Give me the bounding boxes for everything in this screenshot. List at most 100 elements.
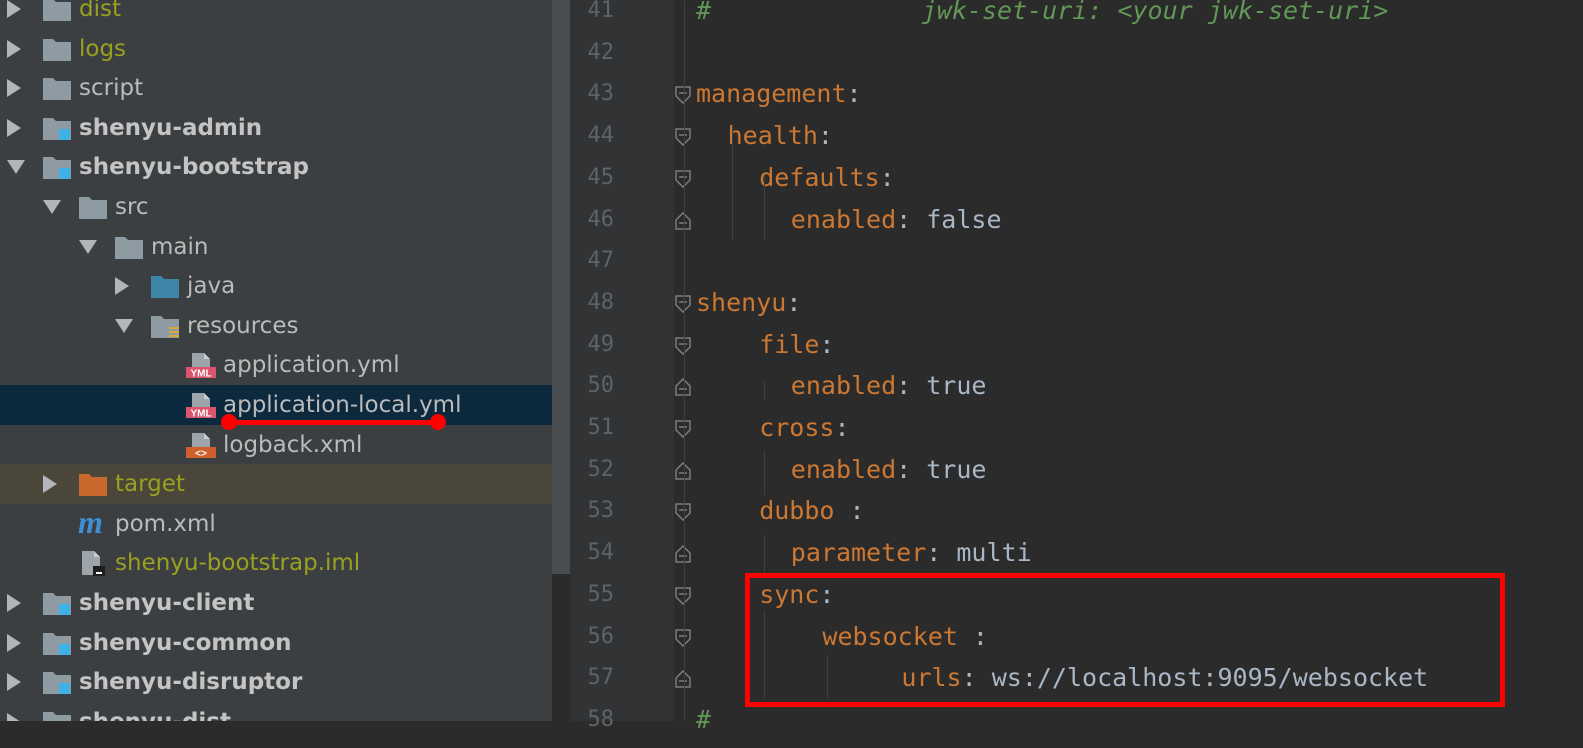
expand-arrow-right-icon[interactable] — [7, 673, 21, 692]
tree-item-label: target — [115, 471, 185, 498]
line-number: 52 — [587, 456, 615, 482]
fold-end-icon[interactable] — [675, 461, 691, 480]
expand-arrow-right-icon[interactable] — [7, 0, 21, 18]
code-line[interactable]: defaults: — [759, 162, 895, 206]
expand-arrow-down-icon[interactable] — [43, 200, 61, 214]
line-number: 48 — [587, 289, 615, 315]
fold-open-icon[interactable] — [675, 628, 691, 647]
expand-arrow-right-icon[interactable] — [7, 633, 21, 652]
line-number: 46 — [587, 206, 615, 232]
expand-arrow-right-icon[interactable] — [7, 712, 21, 721]
yaml-value: : — [879, 162, 895, 192]
tree-item-label: shenyu-client — [79, 590, 255, 616]
yaml-key: parameter — [790, 538, 927, 568]
code-line[interactable]: enabled: false — [791, 204, 1002, 248]
tree-item-label: resources — [187, 312, 299, 339]
line-number: 57 — [587, 665, 615, 691]
tree-scrollbar[interactable] — [552, 0, 570, 574]
indent-guide — [764, 450, 765, 495]
tree-item-resources[interactable]: resources — [0, 306, 552, 346]
maven-file-icon: m — [78, 504, 108, 540]
tree-item-label: application.yml — [223, 352, 400, 379]
code-line[interactable]: enabled: true — [791, 455, 987, 498]
indent-guide — [764, 380, 765, 400]
yaml-value: : false — [896, 204, 1002, 234]
code-line[interactable]: # — [696, 705, 711, 748]
expand-arrow-right-icon[interactable] — [7, 39, 21, 58]
tree-item-src[interactable]: src — [0, 187, 552, 227]
fold-open-icon[interactable] — [675, 336, 691, 355]
fold-end-icon[interactable] — [675, 670, 691, 688]
yaml-value: : — [819, 329, 835, 359]
yaml-value: : — [817, 121, 833, 151]
tree-item-script[interactable]: script — [0, 68, 552, 108]
indent-guide — [764, 175, 765, 240]
line-number: 43 — [587, 81, 615, 107]
fold-open-icon[interactable] — [675, 295, 691, 313]
fold-open-icon[interactable] — [675, 86, 691, 105]
yaml-value: : true — [896, 371, 987, 401]
fold-open-icon[interactable] — [675, 420, 691, 439]
expand-arrow-down-icon[interactable] — [115, 318, 133, 333]
tree-item-java[interactable]: java — [0, 266, 552, 306]
tree-item-shenyu-admin[interactable]: shenyu-admin — [0, 108, 552, 148]
code-line[interactable]: health: — [728, 122, 833, 164]
tree-item-shenyu-common[interactable]: shenyu-common — [0, 623, 552, 663]
expand-arrow-right-icon[interactable] — [7, 79, 21, 98]
fold-open-icon[interactable] — [675, 128, 691, 147]
line-number: 41 — [587, 0, 615, 23]
expand-arrow-right-icon[interactable] — [7, 594, 21, 612]
project-tree: dist logs script shenyu-admin shenyu-bootstr… — [0, 0, 552, 721]
indent-guide — [764, 535, 765, 575]
tree-item-label: application-local.yml — [223, 392, 462, 418]
code-line[interactable]: management: — [696, 80, 862, 122]
tree-item-application-local-yml[interactable]: YML application-local.yml — [0, 385, 552, 425]
tree-item-logs[interactable]: logs — [0, 29, 552, 69]
code-line[interactable]: dubbo : — [759, 497, 864, 539]
line-number: 53 — [587, 498, 615, 524]
line-number: 49 — [587, 331, 615, 357]
code-line[interactable]: # jwk-set-uri: <your jwk-set-uri> — [696, 0, 1388, 39]
resources-folder-icon — [150, 313, 180, 339]
line-number: 44 — [587, 123, 615, 149]
fold-end-icon[interactable] — [675, 545, 691, 563]
tree-item-main[interactable]: main — [0, 227, 552, 267]
code-line[interactable]: file: — [759, 329, 835, 373]
xml-icon-text: <> — [195, 448, 207, 458]
expand-arrow-right-icon[interactable] — [115, 277, 129, 296]
line-number: 58 — [587, 706, 615, 732]
yaml-key: health — [727, 121, 818, 151]
code-line[interactable]: enabled: true — [791, 372, 987, 414]
yaml-key: dubbo — [759, 496, 835, 526]
code-line[interactable]: cross: — [759, 414, 849, 456]
tree-item-shenyu-bootstrap[interactable]: shenyu-bootstrap — [0, 147, 552, 187]
tree-item-application-yml[interactable]: YML application.yml — [0, 345, 552, 385]
yaml-key: file — [759, 329, 820, 359]
tree-item-label: shenyu-bootstrap.iml — [115, 550, 361, 577]
yaml-value: : multi — [926, 538, 1032, 568]
fold-end-icon[interactable] — [675, 211, 691, 230]
tree-item-label: logback.xml — [223, 431, 363, 458]
tree-item-shenyu-dist[interactable]: shenyu-dist — [0, 702, 552, 721]
expand-arrow-down-icon[interactable] — [7, 160, 25, 175]
expand-arrow-right-icon[interactable] — [7, 118, 21, 137]
line-number: 54 — [587, 540, 615, 566]
tree-item-logback-xml[interactable]: <> logback.xml — [0, 425, 552, 465]
fold-open-icon[interactable] — [675, 587, 691, 605]
tree-item-label: shenyu-common — [79, 629, 292, 656]
indent-guide — [684, 1, 685, 721]
code-line[interactable]: shenyu: — [696, 288, 801, 331]
fold-end-icon[interactable] — [675, 378, 691, 397]
tree-item-target[interactable]: target — [0, 464, 552, 505]
yaml-value: : — [834, 413, 850, 442]
fold-open-icon[interactable] — [675, 170, 691, 188]
yaml-comment: # jwk-set-uri: <your jwk-set-uri> — [696, 0, 1389, 25]
tree-item-shenyu-disruptor[interactable]: shenyu-disruptor — [0, 662, 552, 702]
fold-open-icon[interactable] — [675, 503, 691, 522]
tree-item-pom-xml[interactable]: m pom.xml — [0, 504, 552, 544]
expand-arrow-down-icon[interactable] — [79, 239, 97, 254]
tree-item-shenyu-client[interactable]: shenyu-client — [0, 583, 552, 623]
tree-item-shenyu-bootstrap-iml[interactable]: shenyu-bootstrap.iml — [0, 543, 552, 583]
tree-item-dist[interactable]: dist — [0, 0, 552, 29]
expand-arrow-right-icon[interactable] — [43, 475, 57, 494]
